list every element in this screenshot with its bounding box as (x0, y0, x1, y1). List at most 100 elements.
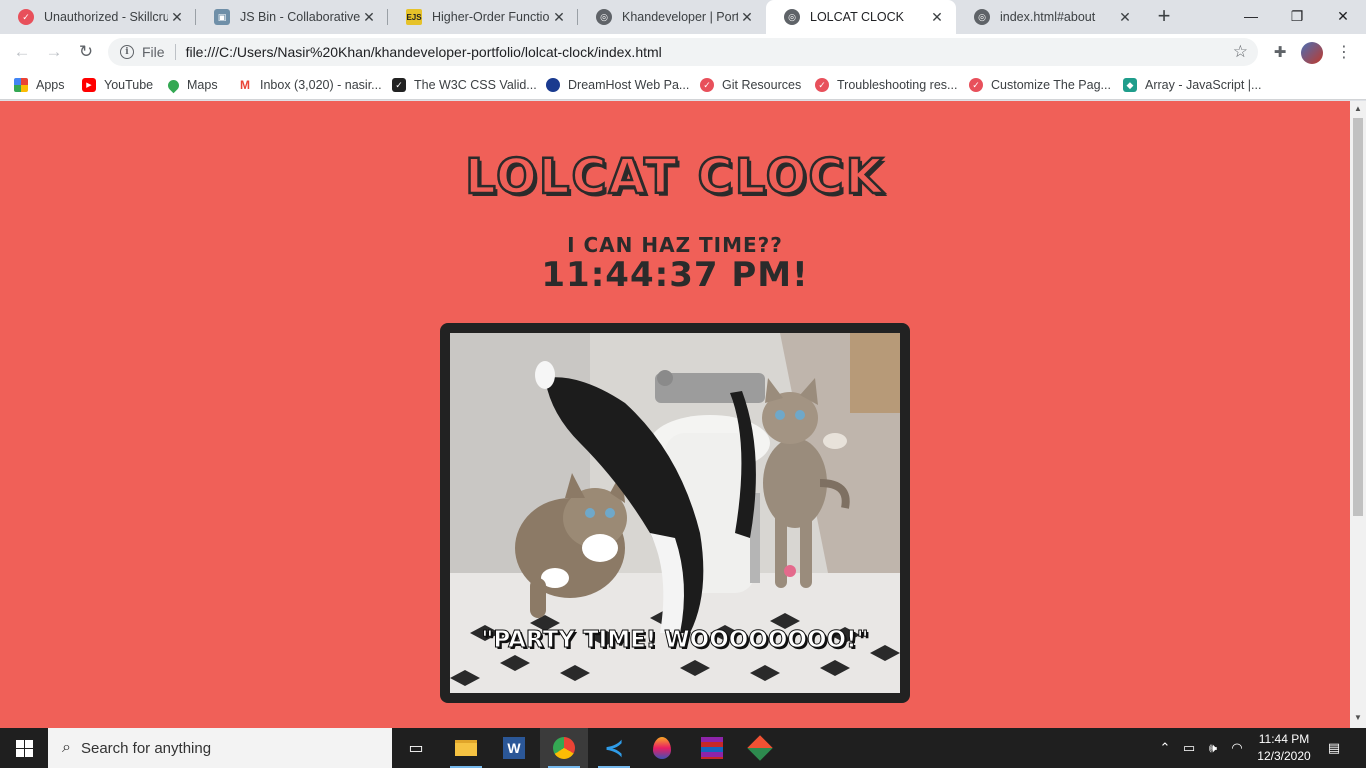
bookmark-label: The W3C CSS Valid... (414, 78, 537, 92)
extensions-puzzle-icon[interactable]: ✚ (1270, 42, 1290, 62)
tab-strip: ✓ Unauthorized - Skillcrush ✕ ▣ JS Bin -… (0, 0, 1366, 34)
clock-date-label: 12/3/2020 (1257, 749, 1311, 763)
paint3d-button[interactable] (638, 728, 686, 768)
bookmark-label: DreamHost Web Pa... (568, 78, 690, 92)
word-button[interactable]: W (490, 728, 538, 768)
close-icon[interactable]: ✕ (360, 8, 378, 26)
wifi-icon[interactable]: ◠ (1228, 728, 1246, 768)
bookmark-label: Troubleshooting res... (837, 78, 958, 92)
dreamhost-icon (546, 78, 560, 92)
arrow-left-icon: ← (13, 42, 31, 61)
bookmark-troubleshooting[interactable]: ✓ Troubleshooting res... (815, 76, 957, 94)
bookmark-maps[interactable]: Maps (165, 76, 218, 94)
skillcrush-icon: ✓ (815, 78, 829, 92)
notification-icon: ▤ (1327, 740, 1341, 755)
skillcrush-icon: ✓ (969, 78, 983, 92)
winrar-button[interactable] (688, 728, 736, 768)
task-view-button[interactable]: ▭ (392, 728, 440, 768)
globe-icon: ◎ (784, 9, 800, 25)
chrome-button[interactable] (540, 728, 588, 768)
close-icon[interactable]: ✕ (550, 8, 568, 26)
globe-icon: ◎ (974, 9, 990, 25)
show-hidden-icons-button[interactable]: ⌃ (1156, 728, 1174, 768)
scrollbar-thumb[interactable] (1353, 118, 1363, 516)
bookmark-label: Inbox (3,020) - nasir... (260, 78, 382, 92)
chevron-up-icon: ⌃ (1159, 740, 1171, 755)
mdn-icon: ◆ (1123, 78, 1137, 92)
tab-khandeveloper[interactable]: ◎ Khandeveloper | Portfolio ✕ (578, 0, 766, 34)
profile-avatar[interactable] (1301, 42, 1323, 64)
page-subtitle: I CAN HAZ TIME?? (567, 233, 783, 257)
scroll-up-arrow-icon[interactable]: ▲ (1354, 104, 1362, 113)
git-button[interactable] (736, 728, 784, 768)
close-icon[interactable]: ✕ (1116, 8, 1134, 26)
tab-skillcrush[interactable]: ✓ Unauthorized - Skillcrush ✕ (0, 0, 196, 34)
chrome-icon (553, 737, 575, 759)
taskbar-search-box[interactable]: ⌕ Search for anything (48, 728, 392, 768)
git-icon (747, 735, 773, 761)
bookmark-label: Maps (187, 78, 218, 92)
tab-eloquent-js[interactable]: EJS Higher-Order Functions ✕ (388, 0, 578, 34)
forward-button[interactable]: → (42, 40, 66, 64)
bookmark-label: Customize The Pag... (991, 78, 1111, 92)
gmail-icon: M (238, 78, 252, 92)
scroll-down-arrow-icon[interactable]: ▼ (1354, 713, 1362, 722)
close-icon[interactable]: ✕ (928, 8, 946, 26)
url-text[interactable]: file:///C:/Users/Nasir%20Khan/khandevelo… (186, 44, 662, 60)
skillcrush-icon: ✓ (700, 78, 714, 92)
skillcrush-icon: ✓ (18, 9, 34, 25)
bookmark-gmail[interactable]: M Inbox (3,020) - nasir... (238, 76, 382, 94)
lolcat-image-frame: "PARTY TIME! WOOOOOOOO!" (440, 323, 910, 703)
volume-icon[interactable]: 🕪 (1204, 728, 1222, 768)
bookmark-youtube[interactable]: ▶ YouTube (82, 76, 153, 94)
clock-time: 11:44:37 PM! (541, 255, 809, 295)
reload-icon: ↻ (78, 42, 94, 61)
image-caption: "PARTY TIME! WOOOOOOOO!" (481, 627, 869, 654)
bookmark-w3c-validator[interactable]: ✓ The W3C CSS Valid... (392, 76, 537, 94)
maps-pin-icon (165, 77, 182, 93)
browser-toolbar: ← → ↻ i File file:///C:/Users/Nasir%20Kh… (0, 34, 1366, 70)
tab-index-about[interactable]: ◎ index.html#about ✕ (956, 0, 1144, 34)
lolcat-image: "PARTY TIME! WOOOOOOOO!" (450, 333, 900, 693)
notifications-button[interactable]: ▤ (1322, 728, 1346, 768)
close-icon[interactable]: ✕ (738, 8, 756, 26)
menu-kebab-icon[interactable]: ⋮ (1334, 42, 1354, 62)
tab-lolcat-clock[interactable]: ◎ LOLCAT CLOCK ✕ (766, 0, 956, 34)
bookmark-label: YouTube (104, 78, 154, 92)
youtube-icon: ▶ (82, 78, 96, 92)
bookmark-array-mdn[interactable]: ◆ Array - JavaScript |... (1123, 76, 1261, 94)
new-tab-button[interactable]: + (1152, 5, 1176, 28)
bookmark-apps[interactable]: Apps (14, 76, 65, 94)
tab-title: Khandeveloper | Portfolio (622, 10, 738, 24)
close-icon[interactable]: ✕ (168, 8, 186, 26)
battery-icon[interactable]: ▭ (1180, 728, 1198, 768)
address-bar[interactable]: i File file:///C:/Users/Nasir%20Khan/kha… (108, 38, 1258, 66)
minimize-button[interactable]: — (1228, 0, 1274, 32)
start-button[interactable] (0, 728, 48, 768)
page-scrollbar[interactable]: ▲ ▼ (1350, 101, 1366, 728)
page-viewport: LOLCAT CLOCK I CAN HAZ TIME?? 11:44:37 P… (0, 101, 1350, 728)
file-explorer-button[interactable] (442, 728, 490, 768)
reload-button[interactable]: ↻ (74, 40, 98, 64)
vscode-button[interactable]: ≺ (590, 728, 638, 768)
jsbin-icon: ▣ (214, 9, 230, 25)
tab-jsbin[interactable]: ▣ JS Bin - Collaborative JavaScript ✕ (196, 0, 388, 34)
maximize-button[interactable]: ❐ (1274, 0, 1320, 32)
tab-title: LOLCAT CLOCK (810, 10, 905, 24)
bookmark-git-resources[interactable]: ✓ Git Resources (700, 76, 801, 94)
bookmark-star-icon[interactable]: ☆ (1233, 42, 1248, 62)
taskbar-clock[interactable]: 11:44 PM 12/3/2020 (1248, 731, 1320, 765)
info-icon[interactable]: i (120, 45, 134, 59)
file-explorer-icon (455, 740, 477, 756)
apps-grid-icon (14, 78, 28, 92)
vscode-icon: ≺ (603, 734, 625, 762)
bookmark-customize-page[interactable]: ✓ Customize The Pag... (969, 76, 1111, 94)
tab-title: index.html#about (1000, 10, 1096, 24)
bookmark-label: Apps (36, 78, 65, 92)
bookmark-dreamhost[interactable]: DreamHost Web Pa... (546, 76, 689, 94)
tab-title: Unauthorized - Skillcrush (44, 10, 168, 24)
task-view-icon: ▭ (408, 740, 424, 757)
close-window-button[interactable]: ✕ (1320, 0, 1366, 32)
bookmark-label: Git Resources (722, 78, 802, 92)
back-button[interactable]: ← (10, 40, 34, 64)
